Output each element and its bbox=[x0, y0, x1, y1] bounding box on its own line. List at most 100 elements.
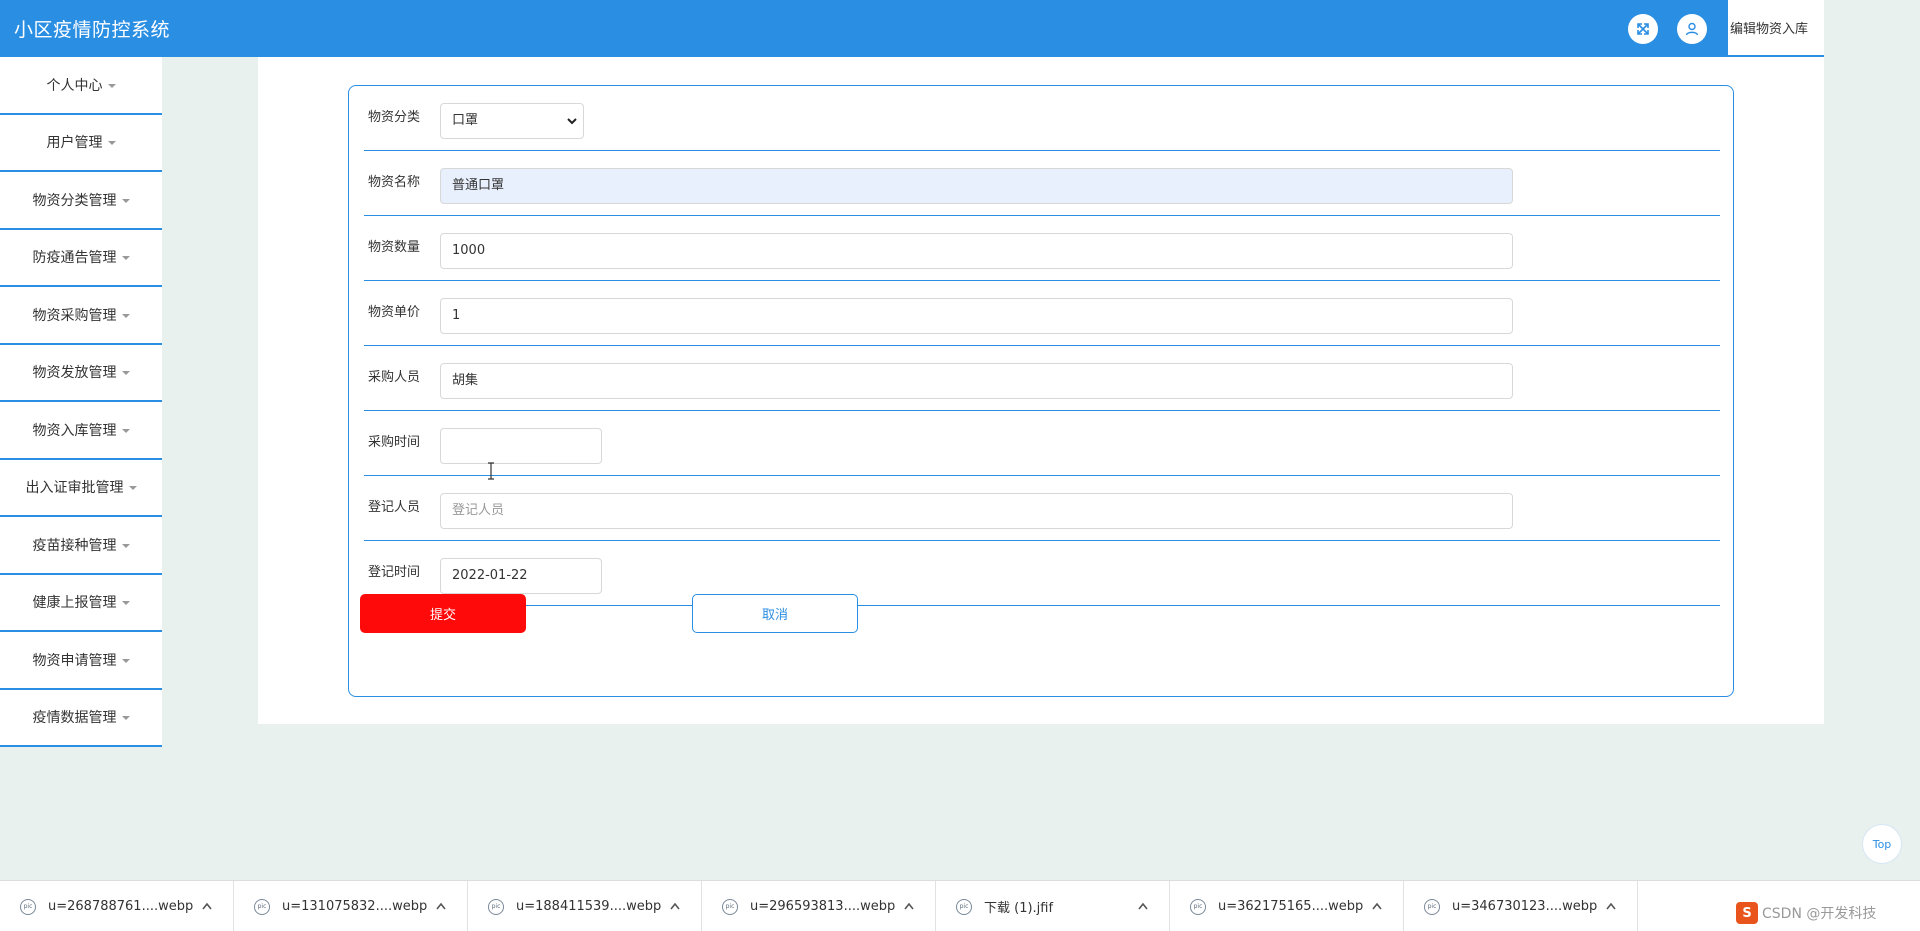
download-filename: u=296593813....webp bbox=[750, 899, 896, 914]
name-input[interactable]: 普通口罩 bbox=[440, 168, 1513, 204]
download-filename: u=188411539....webp bbox=[516, 899, 662, 914]
caret-down-icon bbox=[128, 486, 137, 491]
download-filename: u=346730123....webp bbox=[1452, 899, 1598, 914]
main-content: 物资分类 口罩 物资名称 普通口罩 物资数量 1000 物资单价 1 采购人员 … bbox=[258, 57, 1824, 724]
download-filename: 下载 (1).jfif bbox=[984, 901, 1054, 916]
category-select[interactable]: 口罩 bbox=[440, 103, 584, 139]
quantity-input[interactable]: 1000 bbox=[440, 233, 1513, 269]
form-row-registrar: 登记人员 登记人员 bbox=[364, 476, 1720, 541]
caret-down-icon bbox=[107, 141, 116, 146]
sidebar-item-label: 个人中心 bbox=[46, 77, 103, 94]
watermark-text: CSDN @开发科技 bbox=[1762, 906, 1877, 922]
sidebar-item-label: 防疫通告管理 bbox=[32, 250, 117, 267]
caret-down-icon bbox=[121, 198, 130, 203]
sidebar-item-health-report[interactable]: 健康上报管理 bbox=[0, 575, 162, 632]
image-file-icon: pic bbox=[1424, 898, 1440, 915]
form-row-purchase-time: 采购时间 bbox=[364, 411, 1720, 476]
cancel-button[interactable]: 取消 bbox=[692, 594, 858, 633]
sidebar-item-label: 疫情数据管理 bbox=[32, 710, 117, 727]
sidebar-item-distribution-management[interactable]: 物资发放管理 bbox=[0, 345, 162, 402]
form-row-category: 物资分类 口罩 bbox=[364, 86, 1720, 151]
image-file-icon: pic bbox=[20, 898, 36, 915]
chevron-up-icon[interactable] bbox=[903, 901, 915, 911]
user-icon bbox=[1685, 22, 1699, 36]
sidebar-item-label: 物资申请管理 bbox=[32, 652, 117, 669]
purchaser-input[interactable]: 胡集 bbox=[440, 363, 1513, 399]
caret-down-icon bbox=[121, 371, 130, 376]
sidebar-item-label: 物资采购管理 bbox=[32, 307, 117, 324]
form-row-unit-price: 物资单价 1 bbox=[364, 281, 1720, 346]
expand-icon bbox=[1637, 23, 1649, 35]
back-to-top-button[interactable]: Top bbox=[1862, 824, 1902, 864]
registrar-input[interactable]: 登记人员 bbox=[440, 493, 1513, 529]
sidebar-item-supply-request[interactable]: 物资申请管理 bbox=[0, 632, 162, 690]
sidebar-item-purchase-management[interactable]: 物资采购管理 bbox=[0, 287, 162, 345]
form-row-register-time: 登记时间 2022-01-22 bbox=[364, 541, 1720, 606]
inbound-edit-form: 物资分类 口罩 物资名称 普通口罩 物资数量 1000 物资单价 1 采购人员 … bbox=[348, 85, 1734, 697]
caret-down-icon bbox=[121, 658, 130, 663]
text-cursor-icon bbox=[488, 462, 494, 480]
download-filename: u=268788761....webp bbox=[48, 899, 194, 914]
form-row-quantity: 物资数量 1000 bbox=[364, 216, 1720, 281]
image-file-icon: pic bbox=[254, 898, 270, 915]
chevron-up-icon[interactable] bbox=[435, 901, 447, 911]
name-label: 物资名称 bbox=[368, 175, 421, 190]
register-time-input[interactable]: 2022-01-22 bbox=[440, 558, 602, 594]
download-item[interactable]: pic u=346730123....webp bbox=[1404, 881, 1638, 931]
chevron-up-icon[interactable] bbox=[669, 901, 681, 911]
sidebar-item-label: 物资发放管理 bbox=[32, 365, 117, 382]
fullscreen-button[interactable] bbox=[1628, 14, 1658, 44]
sidebar-item-inbound-management[interactable]: 物资入库管理 bbox=[0, 402, 162, 460]
system-tray: S CSDN @开发科技 bbox=[1736, 898, 1876, 928]
sidebar-item-label: 物资入库管理 bbox=[32, 422, 117, 439]
image-file-icon: pic bbox=[956, 898, 972, 915]
sidebar-item-category-management[interactable]: 物资分类管理 bbox=[0, 172, 162, 230]
ime-logo-icon[interactable]: S bbox=[1736, 902, 1758, 924]
sidebar-menu: 个人中心 用户管理 物资分类管理 防疫通告管理 物资采购管理 物资发放管理 物资… bbox=[0, 57, 162, 747]
download-filename: u=362175165....webp bbox=[1218, 899, 1364, 914]
purchase-time-input[interactable] bbox=[440, 428, 602, 464]
downloads-bar: pic u=268788761....webp pic u=131075832.… bbox=[0, 880, 1920, 931]
download-item[interactable]: pic 下载 (1).jfif bbox=[936, 881, 1170, 931]
download-item[interactable]: pic u=131075832....webp bbox=[234, 881, 468, 931]
sidebar-item-personal-center[interactable]: 个人中心 bbox=[0, 57, 162, 115]
download-item[interactable]: pic u=188411539....webp bbox=[468, 881, 702, 931]
purchaser-label: 采购人员 bbox=[368, 370, 421, 385]
sidebar-item-vaccination[interactable]: 疫苗接种管理 bbox=[0, 517, 162, 575]
submit-button[interactable]: 提交 bbox=[360, 594, 526, 633]
user-button[interactable] bbox=[1677, 14, 1707, 44]
sidebar-item-label: 健康上报管理 bbox=[32, 595, 117, 612]
registrar-label: 登记人员 bbox=[368, 500, 421, 515]
chevron-up-icon[interactable] bbox=[1371, 901, 1383, 911]
image-file-icon: pic bbox=[488, 898, 504, 915]
sidebar-item-label: 物资分类管理 bbox=[32, 192, 117, 209]
sidebar-item-epidemic-data[interactable]: 疫情数据管理 bbox=[0, 690, 162, 747]
image-file-icon: pic bbox=[722, 898, 738, 915]
active-page-tab[interactable]: 编辑物资入库 bbox=[1728, 0, 1824, 57]
chevron-up-icon[interactable] bbox=[1605, 901, 1617, 911]
sidebar-item-pass-approval[interactable]: 出入证审批管理 bbox=[0, 460, 162, 517]
download-filename: u=131075832....webp bbox=[282, 899, 428, 914]
unit-price-input[interactable]: 1 bbox=[440, 298, 1513, 334]
form-row-name: 物资名称 普通口罩 bbox=[364, 151, 1720, 216]
quantity-label: 物资数量 bbox=[368, 240, 421, 255]
sidebar-item-notice-management[interactable]: 防疫通告管理 bbox=[0, 230, 162, 287]
image-file-icon: pic bbox=[1190, 898, 1206, 915]
sidebar-item-label: 出入证审批管理 bbox=[25, 480, 124, 497]
chevron-up-icon[interactable] bbox=[201, 901, 213, 911]
download-item[interactable]: pic u=268788761....webp bbox=[0, 881, 234, 931]
caret-down-icon bbox=[121, 601, 130, 606]
app-title: 小区疫情防控系统 bbox=[14, 19, 171, 41]
caret-down-icon bbox=[121, 716, 130, 721]
download-item[interactable]: pic u=296593813....webp bbox=[702, 881, 936, 931]
category-label: 物资分类 bbox=[368, 110, 421, 125]
chevron-up-icon[interactable] bbox=[1137, 901, 1149, 911]
top-header: 小区疫情防控系统 编辑物资入库 bbox=[0, 0, 1824, 57]
purchase-time-label: 采购时间 bbox=[368, 435, 421, 450]
sidebar-item-label: 疫苗接种管理 bbox=[32, 537, 117, 554]
sidebar-item-user-management[interactable]: 用户管理 bbox=[0, 115, 162, 172]
caret-down-icon bbox=[121, 256, 130, 261]
form-row-purchaser: 采购人员 胡集 bbox=[364, 346, 1720, 411]
caret-down-icon bbox=[107, 83, 116, 88]
download-item[interactable]: pic u=362175165....webp bbox=[1170, 881, 1404, 931]
